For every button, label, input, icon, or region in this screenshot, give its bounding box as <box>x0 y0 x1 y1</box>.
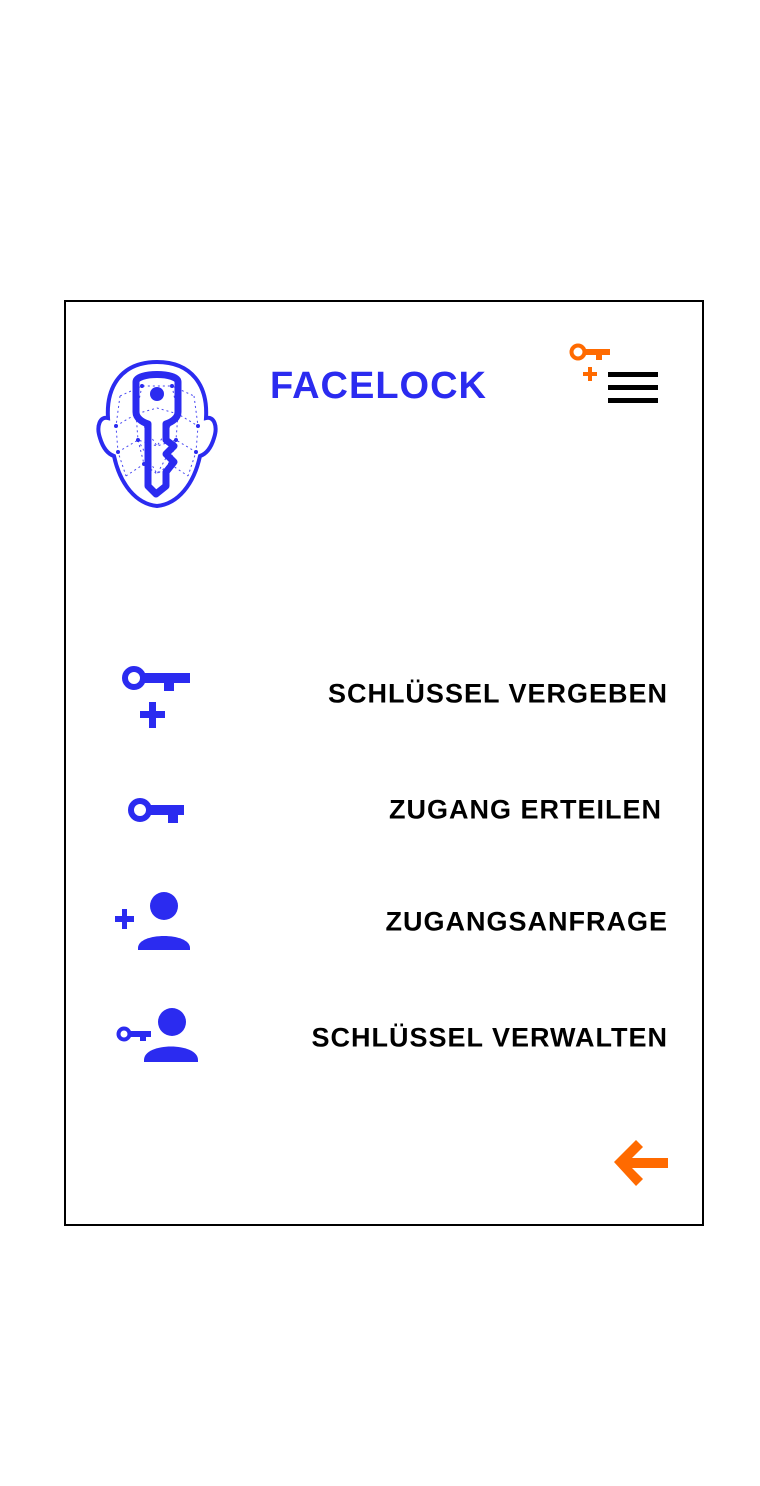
key-plus-hamburger-menu-icon[interactable] <box>566 340 662 410</box>
menu-item-label: SCHLÜSSEL VERGEBEN <box>327 678 668 709</box>
menu-item-label: ZUGANGSANFRAGE <box>385 906 668 937</box>
menu-item-schluessel-verwalten[interactable]: SCHLÜSSEL VERWALTEN <box>100 996 680 1080</box>
app-title: FACELOCK <box>270 365 487 407</box>
face-key-logo-icon <box>96 359 218 509</box>
menu-item-label: SCHLÜSSEL VERWALTEN <box>311 1022 668 1053</box>
menu-item-zugangsanfrage[interactable]: ZUGANGSANFRAGE <box>100 880 680 964</box>
add-person-icon <box>115 892 190 950</box>
menu-item-zugang-erteilen[interactable]: ZUGANG ERTEILEN <box>100 768 680 852</box>
menu-item-schluessel-vergeben[interactable]: SCHLÜSSEL VERGEBEN <box>100 652 680 736</box>
key-icon <box>128 798 184 823</box>
arrow-left-icon[interactable] <box>608 1132 672 1192</box>
key-person-icon <box>116 1008 198 1062</box>
key-plus-icon <box>122 666 190 728</box>
menu-item-label: ZUGANG ERTEILEN <box>388 794 662 825</box>
